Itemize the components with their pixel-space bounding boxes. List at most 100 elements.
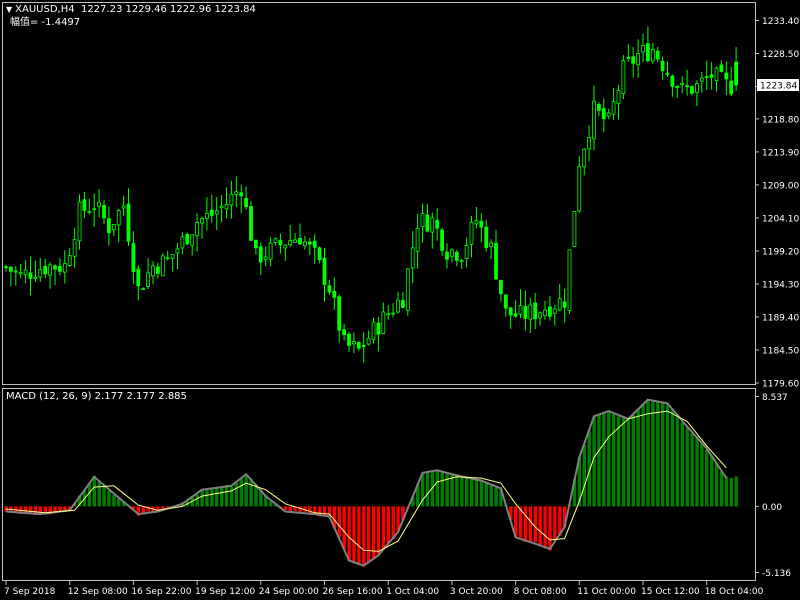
histogram-bar-positive — [460, 476, 464, 507]
time-tick-label: 12 Sep 08:00 — [68, 587, 128, 597]
price-tick-label: 1184.50 — [762, 346, 799, 356]
histogram-bar-negative — [352, 506, 356, 564]
candle-body — [43, 266, 48, 275]
candle-body — [356, 341, 361, 349]
candle-body — [528, 304, 533, 320]
candle-body — [562, 301, 567, 308]
candle-body — [160, 255, 165, 277]
histogram-bar-positive — [244, 474, 248, 507]
candle-body — [685, 85, 689, 88]
histogram-bar-positive — [602, 412, 606, 507]
candle-body — [405, 268, 410, 311]
candle-body — [587, 137, 591, 150]
price-tick-label: 1218.80 — [762, 115, 799, 125]
histogram-bar-positive — [621, 416, 626, 507]
candle-body — [92, 208, 97, 211]
histogram-bar-positive — [215, 487, 219, 507]
histogram-bar-positive — [670, 408, 675, 507]
candle-body — [626, 56, 631, 59]
candle-body — [126, 203, 131, 242]
candle-body — [141, 288, 146, 291]
chart-svg: 1233.401228.501223.601218.801213.901209.… — [0, 0, 800, 600]
histogram-bar-negative — [543, 506, 547, 549]
candle-body — [572, 210, 577, 247]
price-tick-label: 1189.40 — [762, 313, 799, 323]
candle-body — [121, 205, 126, 209]
candle-body — [312, 240, 317, 248]
candle-body — [611, 101, 616, 115]
histogram-bar-positive — [92, 475, 96, 507]
histogram-bar-positive — [734, 476, 738, 507]
candle-body — [185, 233, 190, 245]
candle-body — [111, 224, 116, 231]
histogram-bar-positive — [107, 490, 111, 507]
candle-body — [38, 269, 43, 278]
histogram-bar-positive — [494, 486, 498, 507]
candle-body — [302, 241, 307, 247]
candle-body — [102, 205, 106, 219]
dropdown-triangle-icon[interactable]: ▼ — [6, 5, 12, 14]
candle-body — [449, 249, 454, 257]
histogram-bar-negative — [548, 506, 552, 551]
candle-body — [435, 219, 440, 229]
candle-body — [190, 234, 195, 246]
histogram-bar-negative — [381, 506, 386, 549]
candle-body — [577, 166, 582, 212]
candle-body — [440, 229, 445, 251]
histogram-bar-negative — [14, 506, 18, 512]
histogram-bar-negative — [553, 506, 557, 541]
candle-body — [675, 85, 680, 88]
candle-body — [293, 239, 298, 243]
candle-body — [170, 254, 175, 259]
symbol-header: ▼ XAUUSD,H4 1227.23 1229.46 1222.96 1223.… — [6, 4, 256, 16]
time-tick-label: 15 Oct 12:00 — [641, 587, 700, 597]
candle-body — [518, 305, 523, 315]
macd-tick-label: 0.00 — [762, 503, 782, 513]
candle-body — [214, 210, 219, 215]
candle-body — [28, 272, 33, 279]
histogram-bar-positive — [210, 488, 214, 507]
histogram-bar-positive — [582, 445, 586, 507]
histogram-bar-positive — [680, 422, 684, 507]
candle-body — [670, 75, 675, 87]
candle-body — [209, 209, 214, 216]
candle-body — [396, 299, 400, 313]
time-tick-label: 7 Sep 2018 — [4, 587, 56, 597]
candle-body — [484, 226, 489, 249]
candle-body — [263, 256, 268, 260]
candle-body — [714, 67, 719, 82]
candle-body — [273, 238, 278, 244]
histogram-bar-negative — [347, 506, 351, 562]
candle-body — [400, 299, 405, 308]
candle-body — [704, 76, 709, 78]
candle-body — [513, 313, 518, 317]
candle-body — [459, 260, 464, 263]
candle-body — [592, 100, 596, 140]
candle-body — [18, 272, 23, 275]
candle-body — [391, 312, 396, 315]
candle-body — [660, 60, 665, 72]
time-tick-label: 24 Sep 00:00 — [259, 587, 319, 597]
candle-body — [508, 307, 513, 316]
histogram-bar-positive — [234, 482, 239, 507]
candle-body — [195, 222, 200, 237]
candle-body — [430, 217, 435, 233]
candle-body — [548, 306, 552, 317]
candle-body — [258, 246, 263, 263]
histogram-bar-positive — [646, 399, 650, 507]
candle-body — [175, 248, 180, 254]
candle-body — [601, 108, 606, 120]
candle-body — [631, 56, 636, 64]
time-tick-label: 18 Oct 04:00 — [705, 587, 764, 597]
time-tick-label: 3 Oct 20:00 — [450, 587, 503, 597]
candle-body — [268, 242, 273, 260]
candle-body — [48, 264, 52, 276]
histogram-bar-positive — [631, 414, 635, 507]
price-tick-label: 1194.30 — [762, 280, 799, 290]
histogram-bar-positive — [220, 487, 224, 507]
histogram-bar-positive — [612, 413, 616, 507]
histogram-bar-positive — [239, 478, 243, 507]
candle-body — [371, 321, 376, 340]
candle-body — [533, 302, 538, 320]
histogram-bar-positive — [700, 443, 704, 507]
